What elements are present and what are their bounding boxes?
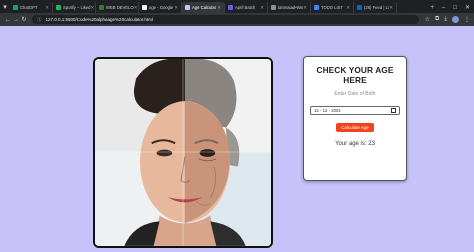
- tab-close-icon[interactable]: ✕: [217, 5, 221, 11]
- tab-label: tanmaiad•Wa: [278, 5, 303, 10]
- tab-favicon-icon: [142, 5, 147, 10]
- aging-face-illustration: [95, 59, 271, 246]
- browser-tab[interactable]: Age Calculat ✕: [182, 2, 225, 13]
- address-bar[interactable]: ⓘ 127.0.0.1:5500/Code%20alphaage%20calcu…: [32, 15, 419, 24]
- site-info-icon[interactable]: ⓘ: [37, 17, 42, 23]
- tab-close-icon[interactable]: ✕: [260, 5, 264, 11]
- aging-face-image: [93, 57, 273, 248]
- tab-close-icon[interactable]: ✕: [346, 5, 350, 11]
- tab-label: age - Google: [149, 5, 174, 10]
- app-title: CHECK YOUR AGE HERE: [316, 65, 394, 85]
- bookmark-star-icon[interactable]: ☆: [425, 16, 430, 23]
- tab-label: TODO LIST: [321, 5, 344, 10]
- browser-tab[interactable]: Spotify – Liked ✕: [53, 2, 96, 13]
- age-calculator-card: CHECK YOUR AGE HERE Enter Date of Birth …: [303, 56, 407, 181]
- browser-tab[interactable]: ChatGPT ✕: [10, 2, 53, 13]
- minimize-icon[interactable]: –: [438, 5, 449, 11]
- browser-toolbar: ← → ↻ ⓘ 127.0.0.1:5500/Code%20alphaage%2…: [0, 13, 474, 26]
- browser-tab[interactable]: age - Google ✕: [139, 2, 182, 13]
- tab-search-icon[interactable]: ▾: [0, 0, 10, 13]
- browser-tab[interactable]: TODO LIST ✕: [311, 2, 354, 13]
- tab-strip: ▾ ChatGPT ✕ Spotify – Liked ✕ WEB DEVELO ✕ age…: [0, 0, 474, 13]
- tab-label: Spotify – Liked: [63, 5, 91, 10]
- tab-close-icon[interactable]: ✕: [389, 5, 393, 11]
- tab-favicon-icon: [56, 5, 61, 10]
- tab-strip-controls: + – □ ✕: [426, 2, 474, 13]
- tab-close-icon[interactable]: ✕: [45, 5, 49, 11]
- browser-tab[interactable]: tanmaiad•Wa ✕: [268, 2, 311, 13]
- tab-label: ChatGPT: [20, 5, 38, 10]
- tab-favicon-icon: [185, 5, 190, 10]
- browser-tab[interactable]: (26) Feed | Li ✕: [354, 2, 397, 13]
- downloads-icon[interactable]: ⤓: [444, 16, 447, 23]
- calculate-age-button[interactable]: Calculate Age: [336, 123, 374, 132]
- tab-favicon-icon: [314, 5, 319, 10]
- dob-date-input[interactable]: 12 - 12 - 2001: [310, 106, 400, 115]
- tab-favicon-icon: [357, 5, 362, 10]
- profile-avatar[interactable]: [452, 16, 459, 23]
- tab-favicon-icon: [228, 5, 233, 10]
- browser-tab[interactable]: WEB DEVELO ✕: [96, 2, 139, 13]
- age-result: Your age is: 23: [335, 141, 375, 147]
- extensions-icon[interactable]: ⧉: [435, 16, 439, 23]
- tab-label: April Batch: [235, 5, 256, 10]
- tab-list: ChatGPT ✕ Spotify – Liked ✕ WEB DEVELO ✕ age -…: [10, 2, 426, 13]
- tab-label: WEB DEVELO: [106, 5, 134, 10]
- menu-icon[interactable]: ⋮: [464, 16, 470, 23]
- browser-tab[interactable]: April Batch ✕: [225, 2, 268, 13]
- tab-close-icon[interactable]: ✕: [174, 5, 178, 11]
- tab-favicon-icon: [99, 5, 104, 10]
- forward-icon[interactable]: →: [12, 17, 20, 23]
- calendar-icon[interactable]: [391, 108, 396, 113]
- tab-close-icon[interactable]: ✕: [90, 5, 94, 11]
- tab-label: (26) Feed | Li: [364, 5, 389, 10]
- new-tab-icon[interactable]: +: [426, 5, 438, 11]
- back-icon[interactable]: ←: [4, 17, 12, 23]
- tab-close-icon[interactable]: ✕: [134, 5, 138, 11]
- dob-value: 12 - 12 - 2001: [314, 108, 341, 113]
- reload-icon[interactable]: ↻: [20, 16, 28, 23]
- maximize-icon[interactable]: □: [449, 5, 461, 11]
- tab-favicon-icon: [271, 5, 276, 10]
- tab-favicon-icon: [13, 5, 18, 10]
- tab-close-icon[interactable]: ✕: [303, 5, 307, 11]
- close-window-icon[interactable]: ✕: [461, 4, 474, 11]
- dob-label: Enter Date of Birth: [334, 91, 376, 97]
- url-text: 127.0.0.1:5500/Code%20alphaage%20calcula…: [45, 17, 153, 22]
- tab-label: Age Calculat: [192, 5, 216, 10]
